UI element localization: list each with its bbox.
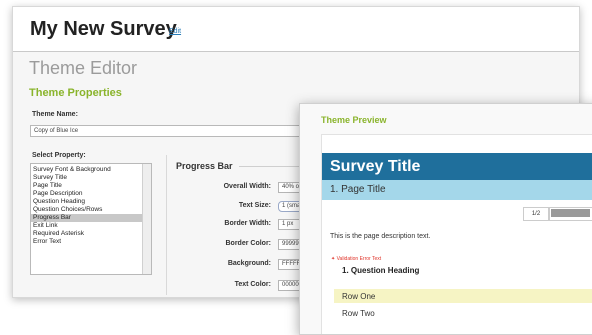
edit-survey-link[interactable]: Edit: [169, 28, 181, 35]
theme-preview-window: Theme Preview Survey Title 1. Page Title…: [299, 103, 592, 335]
property-item[interactable]: Page Description: [31, 190, 143, 198]
property-item[interactable]: Question Choices/Rows: [31, 206, 143, 214]
theme-name-label: Theme Name:: [32, 111, 78, 118]
property-listbox[interactable]: Survey Font & Background Survey Title Page…: [30, 163, 152, 275]
progress-counter: 1/2: [523, 207, 549, 221]
page-title: 1. Page Title: [330, 184, 386, 195]
property-item[interactable]: Page Title: [31, 182, 143, 190]
survey-header: My New Survey Edit: [13, 7, 579, 52]
validation-error: ✦ Validation Error Text: [331, 256, 382, 262]
progress-bar: [549, 207, 592, 221]
progress-bar-fill: [551, 209, 590, 217]
text-color-label: Text Color:: [234, 281, 271, 288]
theme-name-input[interactable]: Copy of Blue Ice: [30, 125, 330, 137]
property-item[interactable]: Progress Bar: [31, 214, 143, 222]
theme-properties-heading: Theme Properties: [29, 87, 122, 99]
property-list-scrollbar[interactable]: [142, 164, 151, 274]
border-color-label: Border Color:: [225, 240, 272, 247]
page-description: This is the page description text.: [330, 233, 431, 240]
property-item[interactable]: Exit Link: [31, 222, 143, 230]
theme-editor-heading: Theme Editor: [29, 58, 138, 78]
property-item[interactable]: Question Heading: [31, 198, 143, 206]
theme-preview-heading: Theme Preview: [321, 115, 387, 125]
page-title-bar: 1. Page Title: [322, 180, 592, 200]
property-item[interactable]: Required Asterisk: [31, 230, 143, 238]
row-one[interactable]: Row One: [342, 292, 375, 301]
property-item[interactable]: Error Text: [31, 238, 143, 246]
text-size-label: Text Size:: [238, 202, 271, 209]
overall-width-label: Overall Width:: [223, 183, 271, 190]
select-property-label: Select Property:: [32, 152, 86, 159]
property-items: Survey Font & Background Survey Title Page…: [31, 166, 143, 246]
preview-canvas: Survey Title 1. Page Title 1/2 This is t…: [321, 134, 592, 334]
validation-error-text: Validation Error Text: [336, 256, 382, 262]
progress-bar-fieldset-title: Progress Bar: [176, 161, 233, 171]
survey-title: Survey Title: [330, 158, 421, 175]
border-width-label: Border Width:: [224, 220, 271, 227]
survey-title-bar: Survey Title: [322, 153, 592, 180]
survey-name: My New Survey: [30, 18, 177, 40]
property-item[interactable]: Survey Font & Background: [31, 166, 143, 174]
row-two[interactable]: Row Two: [342, 309, 375, 318]
property-item[interactable]: Survey Title: [31, 174, 143, 182]
question-heading: 1. Question Heading: [342, 266, 420, 275]
background-label: Background:: [227, 260, 271, 267]
